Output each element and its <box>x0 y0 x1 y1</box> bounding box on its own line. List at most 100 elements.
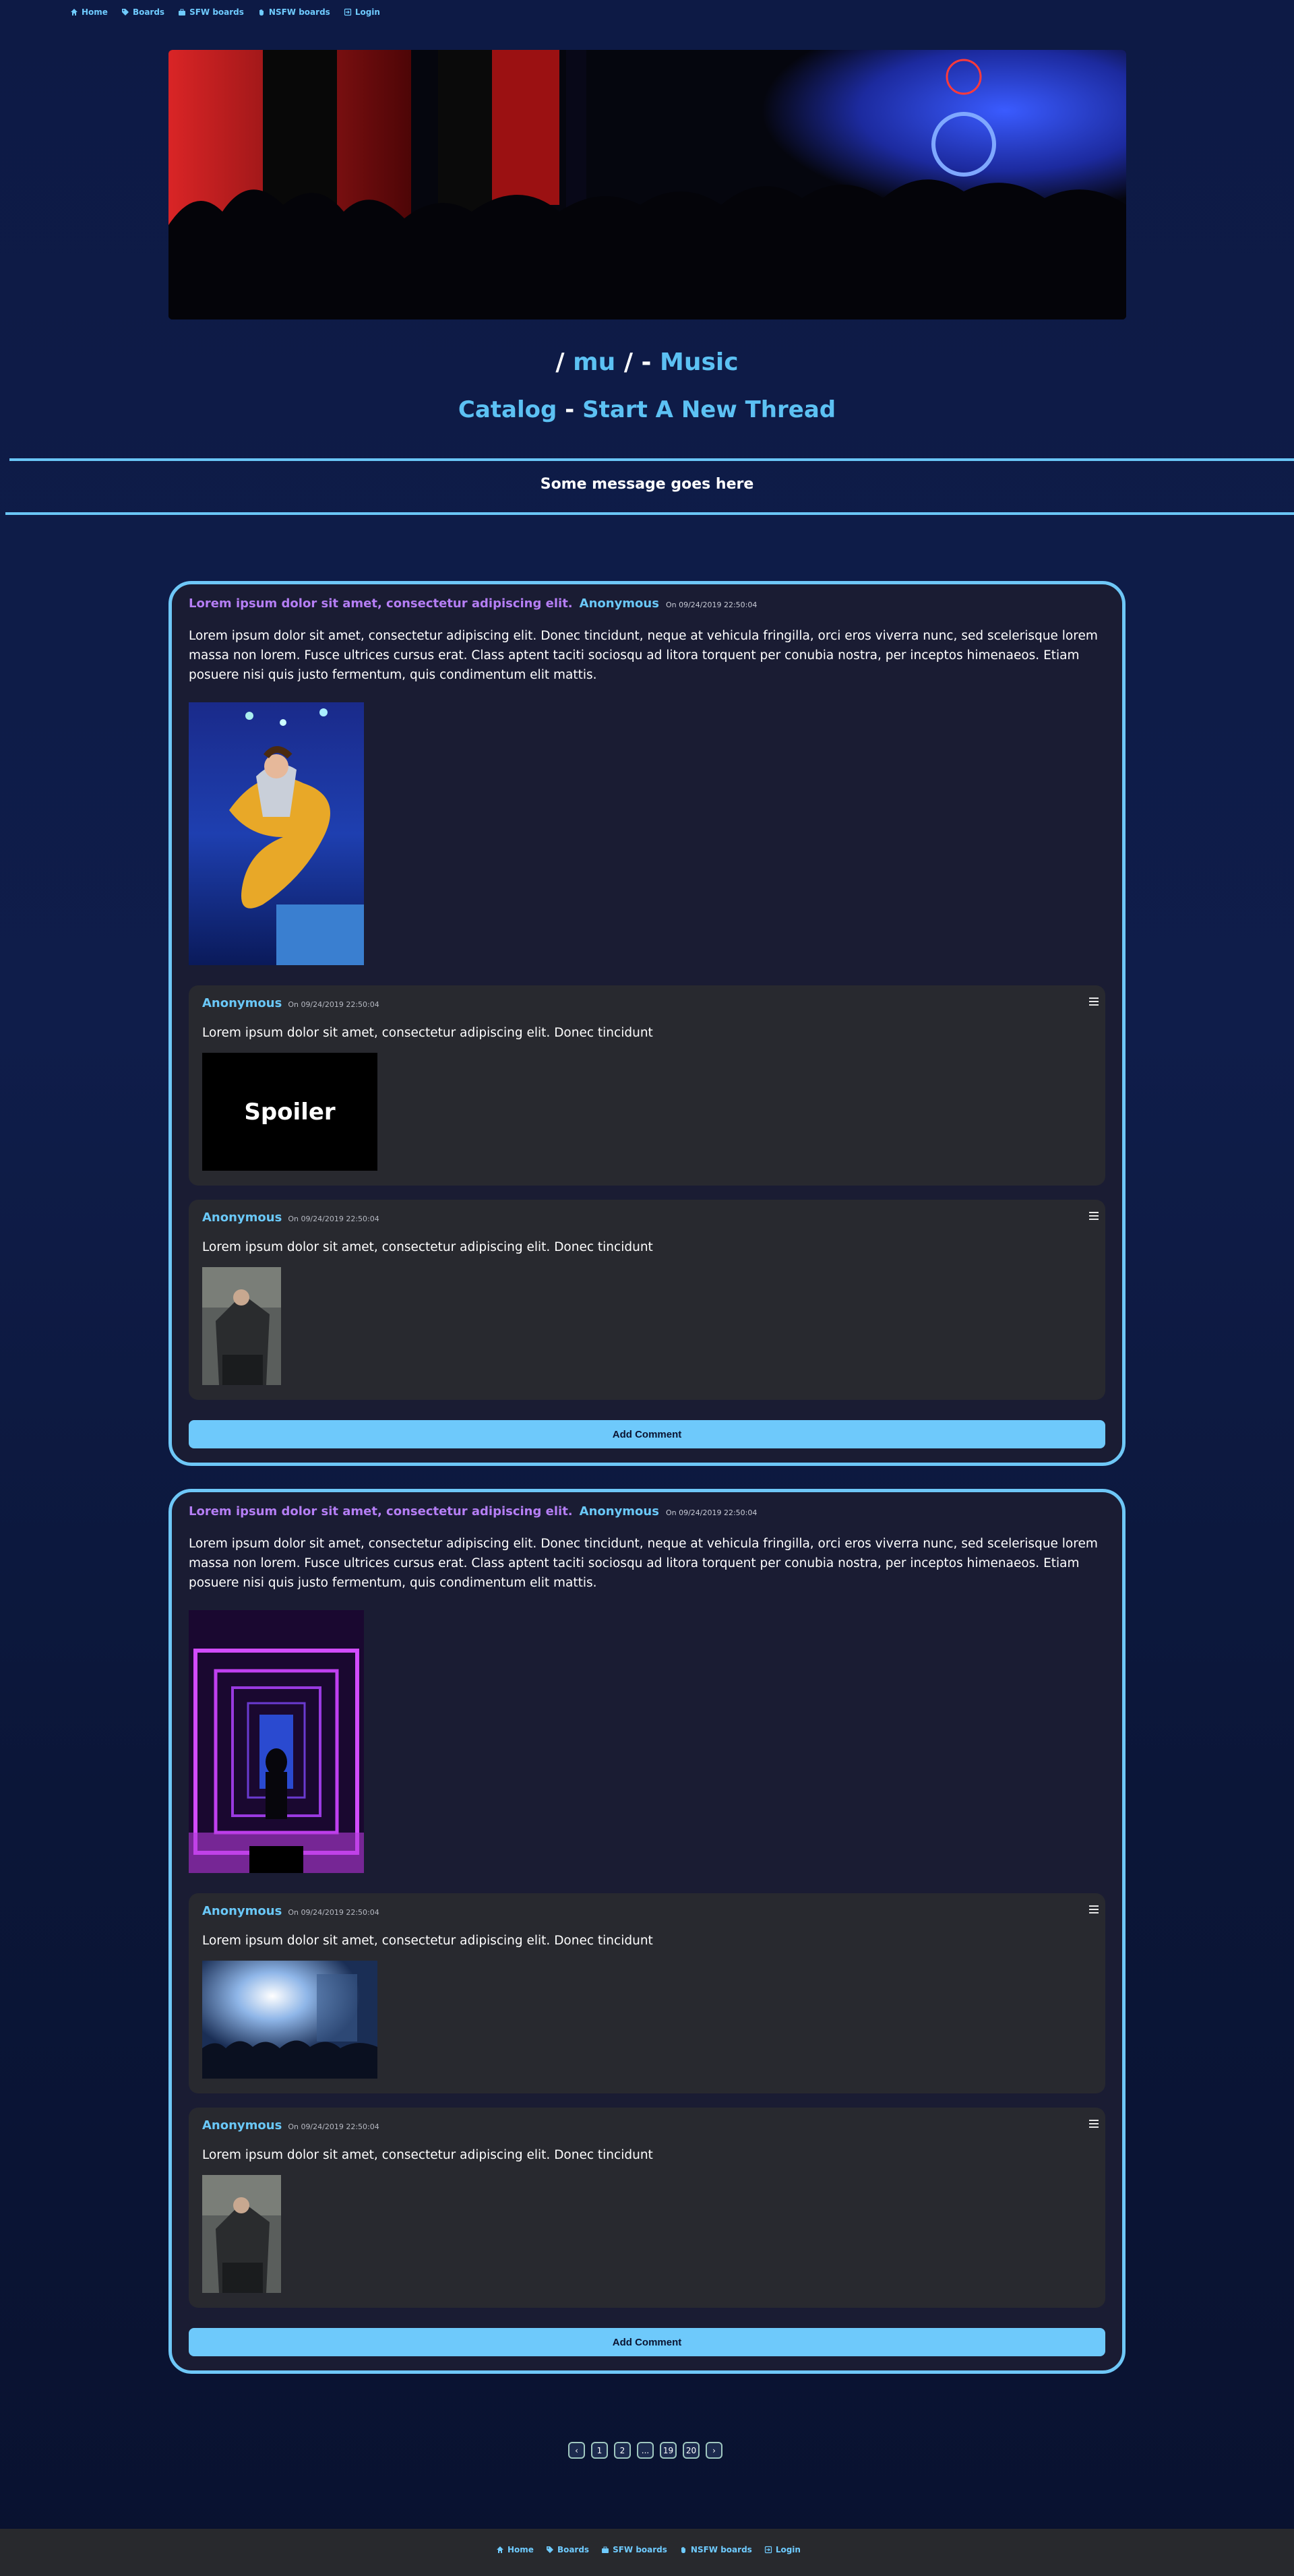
login-icon <box>764 2546 772 2554</box>
home-icon <box>497 2546 503 2553</box>
login-icon <box>344 8 351 16</box>
reply-date: On 09/24/2019 22:50:04 <box>288 1908 379 1917</box>
nav-boards-link[interactable]: Boards <box>121 7 164 17</box>
reply-body: Lorem ipsum dolor sit amet, consectetur … <box>202 1240 653 1254</box>
nav-home-label: Home <box>82 7 108 17</box>
tag-icon <box>121 9 129 16</box>
footer-sfw-label: SFW boards <box>613 2545 667 2554</box>
reply-author: Anonymous <box>202 2118 282 2133</box>
add-comment-button[interactable]: Add Comment <box>189 1420 1105 1448</box>
reply-author: Anonymous <box>202 1904 282 1918</box>
board-banner-image <box>168 50 1126 319</box>
reply-header: Anonymous On 09/24/2019 22:50:04 <box>202 2118 379 2133</box>
page-button[interactable]: 2 <box>614 2442 631 2459</box>
reply-card: Anonymous On 09/24/2019 22:50:04 Lorem i… <box>189 1200 1105 1400</box>
actions-separator: - <box>565 396 575 423</box>
briefcase-icon <box>602 2546 609 2553</box>
board-name: Music <box>660 348 739 376</box>
thread-author: Anonymous <box>579 1504 659 1519</box>
thread-header: Lorem ipsum dolor sit amet, consectetur … <box>189 1504 757 1519</box>
reply-header: Anonymous On 09/24/2019 22:50:04 <box>202 996 379 1010</box>
nav-home-link[interactable]: Home <box>70 7 108 17</box>
briefcase-icon <box>179 9 186 16</box>
title-dash: - <box>641 348 652 376</box>
slash-open: / <box>555 348 565 376</box>
footer-home-label: Home <box>507 2545 534 2554</box>
reply-card: Anonymous On 09/24/2019 22:50:04 Lorem i… <box>189 2108 1105 2308</box>
spoiler-image[interactable]: Spoiler <box>202 1053 377 1171</box>
hand-icon <box>681 2547 685 2553</box>
footer-login-link[interactable]: Login <box>764 2545 801 2554</box>
add-comment-button[interactable]: Add Comment <box>189 2328 1105 2356</box>
message-divider-bottom <box>5 512 1294 515</box>
board-code: mu <box>573 348 616 376</box>
hand-icon <box>259 9 264 16</box>
footer-home-link[interactable]: Home <box>496 2545 534 2554</box>
page-button[interactable]: 1 <box>591 2442 608 2459</box>
reply-header: Anonymous On 09/24/2019 22:50:04 <box>202 1904 379 1918</box>
nav-nsfw-label: NSFW boards <box>268 7 330 17</box>
thread-subject[interactable]: Lorem ipsum dolor sit amet, consectetur … <box>189 596 573 611</box>
pagination: ‹ 1 2 ... 19 20 › <box>568 2442 722 2459</box>
catalog-link[interactable]: Catalog <box>458 396 557 423</box>
thread-image[interactable] <box>189 702 364 965</box>
new-thread-link[interactable]: Start A New Thread <box>582 396 836 423</box>
thread-date: On 09/24/2019 22:50:04 <box>665 1508 758 1517</box>
nav-boards-label: Boards <box>132 7 165 17</box>
footer-sfw-link[interactable]: SFW boards <box>601 2545 667 2554</box>
reply-image[interactable] <box>202 1267 281 1388</box>
nav-sfw-label: SFW boards <box>189 7 244 17</box>
board-message: Some message goes here <box>540 476 754 493</box>
nav-sfw-link[interactable]: SFW boards <box>178 7 244 17</box>
menu-icon[interactable] <box>1089 1212 1099 1220</box>
reply-body: Lorem ipsum dolor sit amet, consectetur … <box>202 1026 653 1040</box>
reply-date: On 09/24/2019 22:50:04 <box>288 1000 379 1009</box>
reply-author: Anonymous <box>202 1210 282 1225</box>
reply-header: Anonymous On 09/24/2019 22:50:04 <box>202 1210 379 1225</box>
thread-body: Lorem ipsum dolor sit amet, consectetur … <box>189 1537 1098 1590</box>
slash-close: / <box>623 348 633 376</box>
thread-header: Lorem ipsum dolor sit amet, consectetur … <box>189 596 757 611</box>
thread-card: Lorem ipsum dolor sit amet, consectetur … <box>168 1489 1126 2374</box>
message-divider-top <box>9 458 1294 461</box>
thread-body: Lorem ipsum dolor sit amet, consectetur … <box>189 629 1098 682</box>
footer-boards-label: Boards <box>557 2545 590 2554</box>
reply-date: On 09/24/2019 22:50:04 <box>288 1215 379 1223</box>
reply-author: Anonymous <box>202 996 282 1010</box>
thread-author: Anonymous <box>579 596 659 611</box>
nav-login-link[interactable]: Login <box>344 7 380 17</box>
menu-icon[interactable] <box>1089 1905 1099 1913</box>
page-button[interactable]: 20 <box>683 2442 700 2459</box>
next-page-button[interactable]: › <box>706 2442 722 2459</box>
board-actions: Catalog - Start A New Thread <box>0 396 1294 423</box>
reply-body: Lorem ipsum dolor sit amet, consectetur … <box>202 2148 653 2162</box>
footer-nsfw-label: NSFW boards <box>690 2545 752 2554</box>
thread-subject[interactable]: Lorem ipsum dolor sit amet, consectetur … <box>189 1504 573 1519</box>
top-nav: Home Boards SFW boards NSFW boards Login <box>70 5 380 19</box>
thread-date: On 09/24/2019 22:50:04 <box>665 601 758 609</box>
reply-date: On 09/24/2019 22:50:04 <box>288 2122 379 2131</box>
menu-icon[interactable] <box>1089 998 1099 1006</box>
footer-nsfw-link[interactable]: NSFW boards <box>679 2545 752 2554</box>
reply-body: Lorem ipsum dolor sit amet, consectetur … <box>202 1934 653 1948</box>
page-button[interactable]: 19 <box>660 2442 677 2459</box>
reply-image[interactable] <box>202 1961 377 2081</box>
reply-image[interactable] <box>202 2175 281 2296</box>
board-title: / mu / - Music <box>0 348 1294 376</box>
footer-login-label: Login <box>775 2545 801 2554</box>
footer: Home Boards SFW boards NSFW boards Login <box>0 2529 1294 2576</box>
footer-nav: Home Boards SFW boards NSFW boards Login <box>496 2545 801 2554</box>
footer-boards-link[interactable]: Boards <box>546 2545 589 2554</box>
prev-page-button[interactable]: ‹ <box>568 2442 585 2459</box>
home-icon <box>71 9 78 16</box>
thread-card: Lorem ipsum dolor sit amet, consectetur … <box>168 581 1126 1466</box>
reply-card: Anonymous On 09/24/2019 22:50:04 Lorem i… <box>189 985 1105 1186</box>
spoiler-label: Spoiler <box>202 1053 377 1171</box>
nav-nsfw-link[interactable]: NSFW boards <box>257 7 330 17</box>
reply-card: Anonymous On 09/24/2019 22:50:04 Lorem i… <box>189 1893 1105 2093</box>
thread-image[interactable] <box>189 1610 364 1873</box>
tag-icon <box>546 2546 553 2553</box>
page-ellipsis: ... <box>637 2442 654 2459</box>
nav-login-label: Login <box>355 7 380 17</box>
menu-icon[interactable] <box>1089 2120 1099 2128</box>
